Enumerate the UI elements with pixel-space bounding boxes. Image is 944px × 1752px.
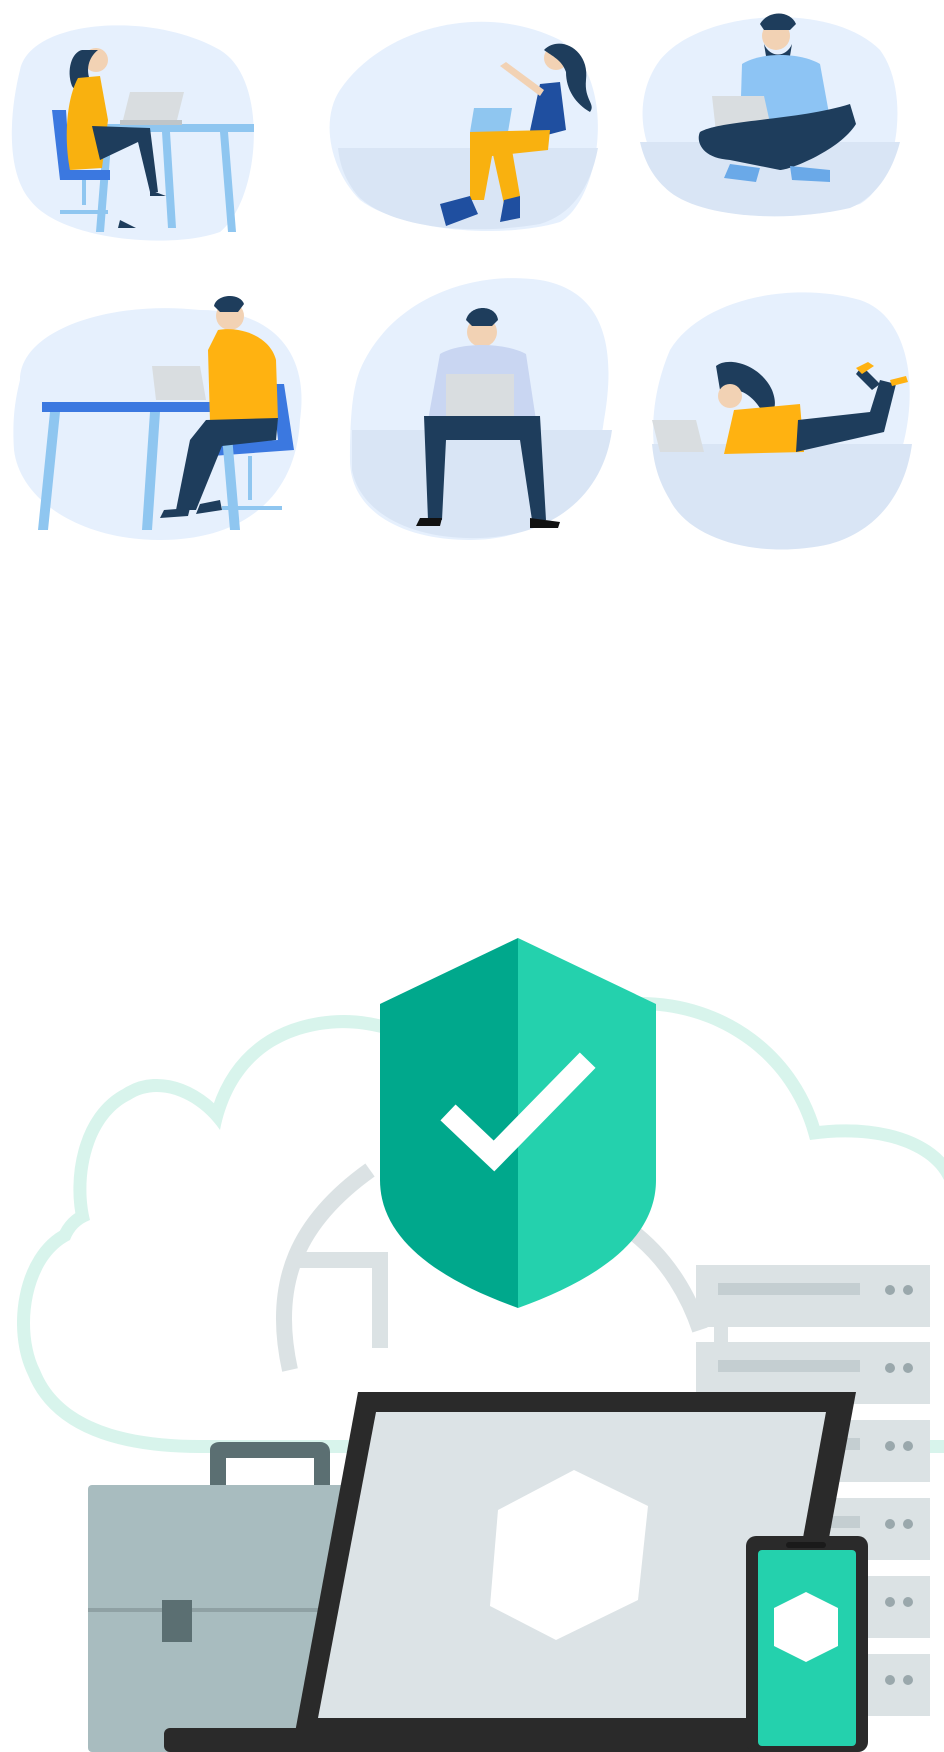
woman-sitting-with-laptop-figure: [329, 21, 598, 231]
man-at-desk-side-figure: [13, 295, 302, 540]
man-sitting-front-figure: [350, 278, 612, 540]
woman-at-desk-figure: [11, 25, 254, 241]
people-illustration-grid: [0, 0, 944, 560]
bearded-man-cross-legged-figure: [640, 13, 900, 217]
security-cloud-illustration: [0, 900, 944, 1752]
phone-icon: [746, 1536, 868, 1752]
shield-check-icon: [380, 938, 656, 1308]
woman-lying-with-laptop-figure: [652, 292, 912, 550]
